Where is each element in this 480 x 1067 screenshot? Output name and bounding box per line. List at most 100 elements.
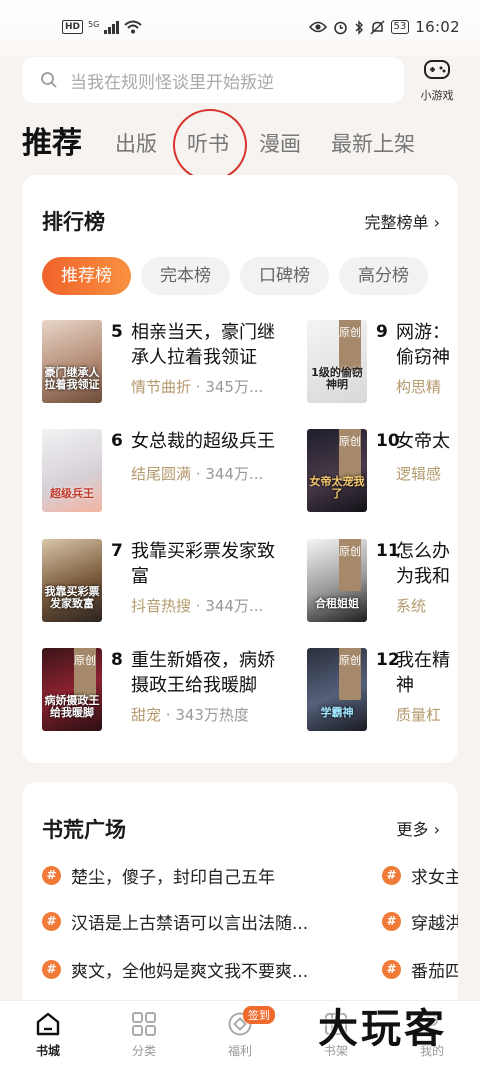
book-meta: 结尾圆满 · 344万... [131,465,264,483]
hashtag-icon: # [42,959,61,979]
book-title-line1: 重生新婚夜，病娇 [131,650,275,671]
tab-recommend[interactable]: 推荐 [22,118,82,162]
hashtag-icon: # [42,865,61,885]
eye-icon [308,21,327,33]
book-rank: 8 [111,650,123,670]
tab-new-releases[interactable]: 最新上架 [331,128,415,158]
book-item[interactable]: 豪门继承人拉着我领证 5 相亲当天，豪门继 承人拉着我领证 情节曲折 · 345… [42,320,287,406]
nav-category[interactable]: 分类 [109,1009,179,1059]
book-meta: 质量杠 [396,706,442,724]
nav-label: 书城 [35,1044,60,1058]
book-item[interactable]: 原创 病娇摄政王给我暖脚 8 重生新婚夜，病娇 摄政王给我暖脚 甜宠 · 343万… [42,648,287,734]
battery-icon: 53 [390,20,410,34]
book-rank: 7 [111,541,123,561]
book-meta: 构思精 [396,378,442,396]
hashtag-icon: # [42,911,61,931]
tab-comics[interactable]: 漫画 [259,128,301,158]
signal-icon [104,20,120,34]
book-item[interactable]: 我靠买彩票发家致富 7 我靠买彩票发家致 富 抖音热搜 · 344万... [42,539,287,625]
ranking-card: 排行榜 完整榜单 › 推荐榜 完本榜 口碑榜 高分榜 豪门继承人拉着我领证 5 … [22,175,458,763]
nav-bookstore[interactable]: 书城 [13,1009,83,1059]
topic-item[interactable]: # 爽文，全他妈是爽文我不要爽... [42,957,360,981]
original-tag: 原创 [74,648,96,700]
book-square-card: 书荒广场 更多 › # 楚尘，傻子，封印自己五年 # 汉语是上古禁语可以言出法随..… [22,782,458,1012]
search-bar[interactable]: 当我在规则怪谈里开始叛逆 [22,57,404,103]
mini-game-button[interactable]: 小游戏 [416,58,458,103]
mute-icon [370,19,385,35]
signal-label: 5G [88,20,100,29]
book-title-line1: 相亲当天，豪门继 [131,322,275,343]
book-cover: 原创 病娇摄政王给我暖脚 [42,648,102,731]
original-tag: 原创 [339,648,361,700]
full-ranking-link[interactable]: 完整榜单 › [364,209,440,233]
hashtag-icon: # [382,865,401,885]
pill-high-score[interactable]: 高分榜 [339,257,428,295]
pill-reputation[interactable]: 口碑榜 [240,257,329,295]
mini-game-label: 小游戏 [420,89,454,102]
bookstore-icon [36,1012,60,1036]
topic-item[interactable]: # 番茄四 [382,957,458,981]
book-cover: 原创 女帝太宠我了 [307,429,367,512]
book-cover: 豪门继承人拉着我领证 [42,320,102,403]
book-item[interactable]: 原创 学霸神 12 我在精 神 质量杠 [307,648,458,734]
book-rank: 5 [111,322,123,342]
pill-completed[interactable]: 完本榜 [141,257,230,295]
clock: 16:02 [415,18,460,36]
search-icon [41,72,57,88]
search-placeholder: 当我在规则怪谈里开始叛逆 [70,72,274,93]
book-title-line1: 女帝太 [396,431,450,452]
topic-item[interactable]: # 楚尘，傻子，封印自己五年 [42,863,360,887]
book-cover: 超级兵王 [42,429,102,512]
square-title: 书荒广场 [42,818,126,842]
book-item[interactable]: 超级兵王 6 女总裁的超级兵王 结尾圆满 · 344万... [42,429,287,515]
watermark-logo: 大玩客 [318,1006,447,1052]
hd-indicator: HD [62,20,84,34]
book-title-line2: 承人拉着我领证 [131,347,257,368]
book-cover: 我靠买彩票发家致富 [42,539,102,622]
book-title-line1: 女总裁的超级兵王 [131,431,275,452]
book-title-line2: 偷窃神 [396,347,450,368]
square-more-link[interactable]: 更多 › [396,816,440,840]
book-title-line1: 怎么办 [396,541,450,562]
status-bar: HD 5G 53 16:02 [0,0,480,56]
book-title-line2: 神 [396,675,414,696]
book-meta: 系统 [396,597,427,615]
original-tag: 原创 [339,429,361,481]
chevron-right-icon: › [433,213,440,232]
nav-label: 福利 [227,1044,252,1058]
ranking-title: 排行榜 [42,210,105,234]
book-title-line2: 为我和 [396,566,450,587]
book-item[interactable]: 原创 1级的偷窃神明 9 网游： 偷窃神 构思精 [307,320,458,406]
book-cover: 原创 学霸神 [307,648,367,731]
book-item[interactable]: 原创 合租姐姐 11 怎么办 为我和 系统 [307,539,458,625]
book-title-line1: 我靠买彩票发家致 [131,541,275,562]
book-item[interactable]: 原创 女帝太宠我了 10 女帝太 逻辑感 [307,429,458,515]
book-title-line1: 网游： [396,322,450,343]
nav-welfare[interactable]: 签到 福利 [205,1006,275,1059]
book-title-line2: 富 [131,566,149,587]
hashtag-icon: # [382,911,401,931]
chevron-right-icon: › [433,820,440,839]
hashtag-icon: # [382,959,401,979]
tab-publish[interactable]: 出版 [115,128,157,158]
book-cover: 原创 1级的偷窃神明 [307,320,367,403]
alarm-icon [333,21,347,34]
topic-item[interactable]: # 穿越洪 [382,909,458,933]
book-meta: 逻辑感 [396,465,442,483]
original-tag: 原创 [339,320,361,372]
square-more-label: 更多 [396,820,429,839]
book-cover: 原创 合租姐姐 [307,539,367,622]
gamepad-icon [424,60,450,79]
book-title-line1: 我在精 [396,650,450,671]
topic-item[interactable]: # 汉语是上古禁语可以言出法随... [42,909,360,933]
full-ranking-label: 完整榜单 [364,213,429,232]
book-title-line2: 摄政王给我暖脚 [131,675,257,696]
pill-recommend[interactable]: 推荐榜 [42,257,131,295]
book-meta: 甜宠 · 343万热度 [131,706,249,724]
book-meta: 抖音热搜 · 344万... [131,597,264,615]
bluetooth-icon [355,19,363,35]
checkin-badge: 签到 [243,1006,275,1024]
book-rank: 9 [376,322,388,342]
book-rank: 6 [111,431,123,451]
topic-item[interactable]: # 求女主 [382,863,458,887]
